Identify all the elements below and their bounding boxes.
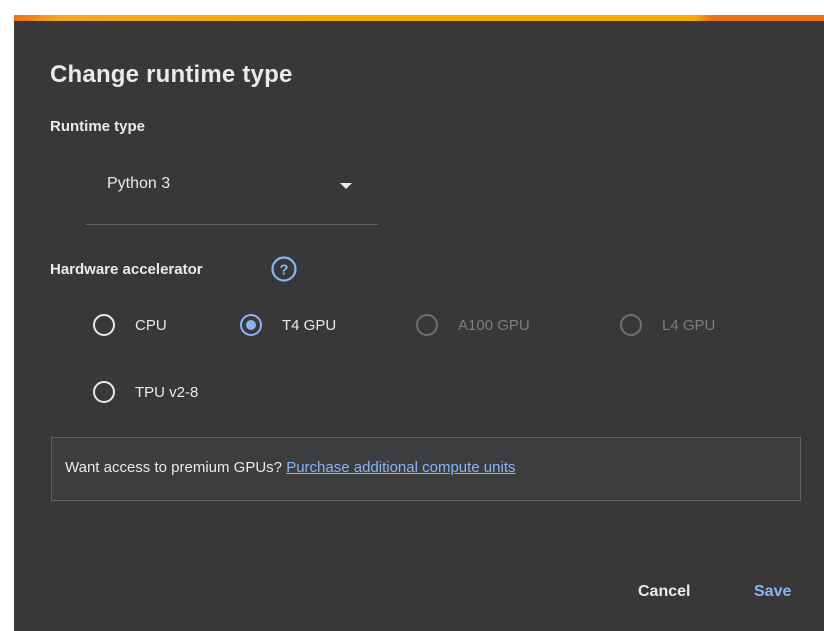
radio-button-checked-icon — [240, 314, 262, 336]
radio-tpu-v2-8[interactable]: TPU v2-8 — [93, 381, 198, 403]
purchase-compute-units-link[interactable]: Purchase additional compute units — [286, 459, 515, 476]
dialog-title: Change runtime type — [50, 61, 293, 88]
notice-text-row: Want access to premium GPUs? Purchase ad… — [65, 459, 516, 476]
cancel-button[interactable]: Cancel — [638, 583, 690, 601]
radio-tpu-v2-8-label: TPU v2-8 — [135, 383, 199, 401]
radio-button-icon — [620, 314, 642, 336]
radio-l4-gpu-label: L4 GPU — [662, 316, 716, 334]
change-runtime-dialog: Change runtime type Runtime type Python … — [14, 15, 824, 631]
radio-cpu-label: CPU — [135, 316, 167, 334]
radio-t4-gpu[interactable]: T4 GPU — [240, 314, 336, 336]
radio-a100-gpu: A100 GPU — [416, 314, 530, 336]
hardware-accelerator-label: Hardware accelerator — [50, 261, 203, 278]
runtime-type-select[interactable]: Python 3 — [86, 163, 378, 225]
notice-text: Want access to premium GPUs? — [65, 459, 287, 476]
premium-gpu-notice: Want access to premium GPUs? Purchase ad… — [51, 437, 801, 501]
radio-cpu[interactable]: CPU — [93, 314, 167, 336]
radio-button-icon — [93, 381, 115, 403]
runtime-type-value: Python 3 — [107, 175, 171, 192]
dropdown-arrow-icon — [340, 183, 352, 189]
svg-text:?: ? — [279, 262, 288, 279]
runtime-type-label: Runtime type — [50, 118, 146, 135]
radio-button-icon — [416, 314, 438, 336]
radio-l4-gpu: L4 GPU — [620, 314, 715, 336]
radio-button-icon — [93, 314, 115, 336]
help-icon[interactable]: ? — [270, 255, 298, 283]
radio-t4-gpu-label: T4 GPU — [282, 316, 337, 334]
save-button[interactable]: Save — [754, 583, 791, 601]
dialog-top-bar — [14, 15, 824, 21]
radio-a100-gpu-label: A100 GPU — [458, 316, 530, 334]
